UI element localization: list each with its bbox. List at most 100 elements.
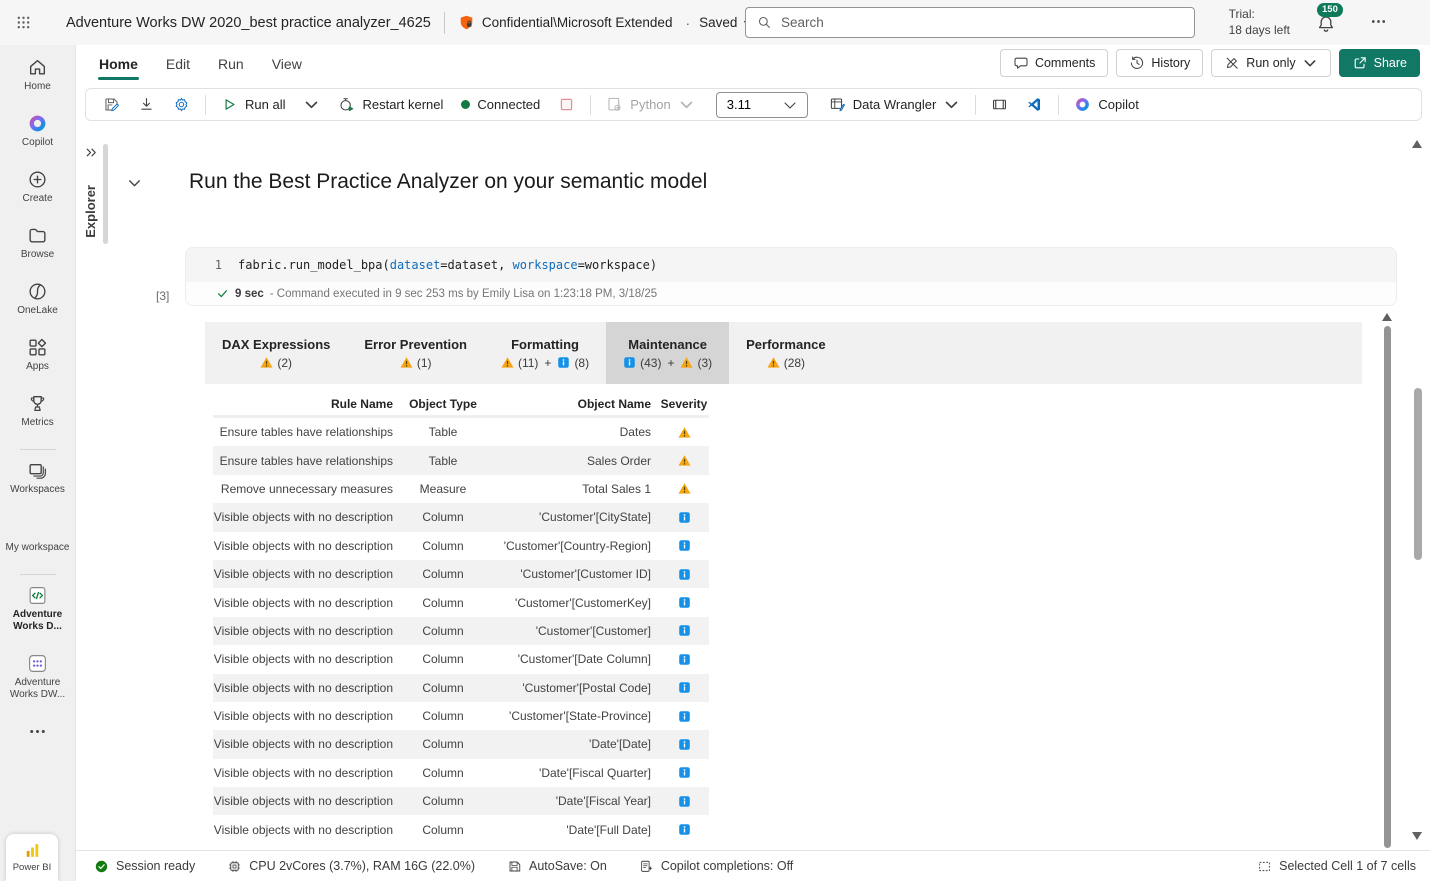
copilot-icon [27, 113, 48, 134]
collapse-section-button[interactable] [126, 175, 143, 192]
notebook-title[interactable]: Adventure Works DW 2020_best practice an… [66, 15, 431, 31]
output-tab-dax-expressions[interactable]: DAX Expressions(2) [205, 322, 347, 384]
notifications-button[interactable]: 150 [1316, 13, 1338, 35]
cell-object-name: 'Date'[Date] [487, 737, 659, 751]
power-bi-switcher[interactable]: Power BI [6, 834, 58, 881]
save-button[interactable] [94, 89, 129, 120]
table-row[interactable]: Visible objects with no descriptionColum… [213, 702, 709, 730]
copilot-completions-toggle[interactable]: Copilot completions: Off [639, 859, 793, 874]
cell-severity [659, 710, 709, 723]
cell-object-name: 'Customer'[CustomerKey] [487, 596, 659, 610]
run-all-chevron[interactable] [294, 89, 329, 120]
table-row[interactable]: Visible objects with no descriptionColum… [213, 617, 709, 645]
table-row[interactable]: Visible objects with no descriptionColum… [213, 560, 709, 588]
sidebar-item-more[interactable] [1, 721, 75, 742]
apps-icon [27, 337, 48, 358]
sidebar-item-workspaces[interactable]: Workspaces [1, 460, 75, 496]
chevron-down-icon [678, 96, 695, 113]
table-row[interactable]: Visible objects with no descriptionColum… [213, 588, 709, 616]
table-row[interactable]: Visible objects with no descriptionColum… [213, 730, 709, 758]
output-tab-performance[interactable]: Performance(28) [729, 322, 842, 384]
run-all-button[interactable]: Run all [212, 89, 294, 120]
ribbon-tab-run[interactable]: Run [204, 45, 258, 82]
table-row[interactable]: Ensure tables have relationshipsTableSal… [213, 446, 709, 474]
sidebar-item-create[interactable]: Create [1, 169, 75, 205]
share-icon [1352, 55, 1368, 71]
waffle-icon [15, 14, 32, 31]
data-wrangler-button[interactable]: Data Wrangler [820, 89, 970, 120]
table-row[interactable]: Visible objects with no descriptionColum… [213, 674, 709, 702]
export-button[interactable] [129, 89, 164, 120]
badge-joiner: + [667, 356, 674, 370]
share-button[interactable]: Share [1339, 49, 1420, 77]
focus-mode-button[interactable] [982, 89, 1017, 120]
table-row[interactable]: Visible objects with no descriptionColum… [213, 503, 709, 531]
sidebar-item-home[interactable]: Home [1, 57, 75, 93]
code-line[interactable]: 1 fabric.run_model_bpa(dataset=dataset, … [186, 248, 1396, 282]
page-scrollbar-thumb[interactable] [1414, 388, 1422, 560]
code-segment: =dataset, [440, 258, 512, 272]
table-row[interactable]: Visible objects with no descriptionColum… [213, 532, 709, 560]
info-icon [678, 710, 691, 723]
comments-button[interactable]: Comments [1000, 49, 1108, 77]
output-scroll-up-button[interactable] [1382, 313, 1392, 321]
sidebar-item-metrics[interactable]: Metrics [1, 393, 75, 429]
output-tab-error-prevention[interactable]: Error Prevention(1) [347, 322, 484, 384]
run-only-button[interactable]: Run only [1211, 49, 1330, 77]
table-row[interactable]: Ensure tables have relationshipsTableDat… [213, 418, 709, 446]
more-options-button[interactable] [1369, 12, 1388, 31]
search-box[interactable] [745, 7, 1195, 38]
sidebar-item-copilot[interactable]: Copilot [1, 113, 75, 149]
app-launcher-button[interactable] [0, 0, 46, 45]
table-row[interactable]: Visible objects with no descriptionColum… [213, 815, 709, 843]
floppy-icon [507, 859, 522, 874]
page-scroll-down-button[interactable] [1412, 832, 1422, 840]
sensitivity-label[interactable]: Confidential\Microsoft Extended [482, 15, 673, 30]
table-row[interactable]: Visible objects with no descriptionColum… [213, 787, 709, 815]
page-scroll-up-button[interactable] [1412, 140, 1422, 148]
autosave-toggle[interactable]: AutoSave: On [507, 859, 607, 874]
python-version-select[interactable]: 3.11 [716, 92, 808, 118]
copilot-button[interactable]: Copilot [1065, 89, 1147, 120]
stop-button[interactable] [549, 89, 584, 120]
ribbon-tab-edit[interactable]: Edit [152, 45, 204, 82]
warning-icon [678, 482, 691, 495]
info-icon [678, 766, 691, 779]
search-input[interactable] [781, 15, 1183, 30]
history-button[interactable]: History [1116, 49, 1203, 77]
sidebar-item-my-workspace[interactable]: My workspace [1, 542, 75, 554]
settings-button[interactable] [164, 89, 199, 120]
language-selector[interactable]: Python [597, 89, 703, 120]
sidebar-item-browse[interactable]: Browse [1, 225, 75, 261]
browse-icon [27, 225, 48, 246]
expand-explorer-button[interactable] [84, 145, 99, 160]
sidebar-item-apps[interactable]: Apps [1, 337, 75, 373]
trial-line2: 18 days left [1229, 23, 1290, 39]
code-cell[interactable]: 1 fabric.run_model_bpa(dataset=dataset, … [185, 247, 1397, 306]
explorer-panel-label[interactable]: Explorer [83, 185, 98, 238]
saved-status[interactable]: Saved [699, 15, 737, 30]
ribbon-tab-view[interactable]: View [258, 45, 316, 82]
connection-status[interactable]: Connected [452, 89, 549, 120]
markdown-heading[interactable]: Run the Best Practice Analyzer on your s… [189, 170, 707, 194]
ribbon-tab-home[interactable]: Home [85, 45, 152, 82]
sidebar-item-adventure-works-notebook[interactable]: Adventure Works D... [1, 585, 75, 633]
warning-icon [501, 356, 514, 369]
cell-object-type: Column [399, 652, 487, 666]
cell-object-name: 'Date'[Fiscal Quarter] [487, 766, 659, 780]
output-scrollbar-thumb[interactable] [1384, 326, 1391, 848]
code-line-content[interactable]: fabric.run_model_bpa(dataset=dataset, wo… [238, 258, 657, 272]
cell-object-type: Table [399, 425, 487, 439]
open-in-vscode-button[interactable] [1017, 89, 1052, 120]
data-wrangler-label: Data Wrangler [853, 97, 937, 112]
table-row[interactable]: Visible objects with no descriptionColum… [213, 645, 709, 673]
cell-rule-name: Visible objects with no description [213, 567, 399, 581]
sidebar-item-adventure-works-semantic-model[interactable]: Adventure Works DW... [1, 653, 75, 701]
table-row[interactable]: Remove unnecessary measuresMeasureTotal … [213, 475, 709, 503]
restart-kernel-button[interactable]: Restart kernel [329, 89, 452, 120]
output-tab-formatting[interactable]: Formatting(11)+(8) [484, 322, 606, 384]
table-row[interactable]: Visible objects with no descriptionColum… [213, 759, 709, 787]
sidebar-item-onelake[interactable]: OneLake [1, 281, 75, 317]
output-tab-maintenance[interactable]: Maintenance(43)+(3) [606, 322, 729, 384]
cell-severity [659, 454, 709, 467]
